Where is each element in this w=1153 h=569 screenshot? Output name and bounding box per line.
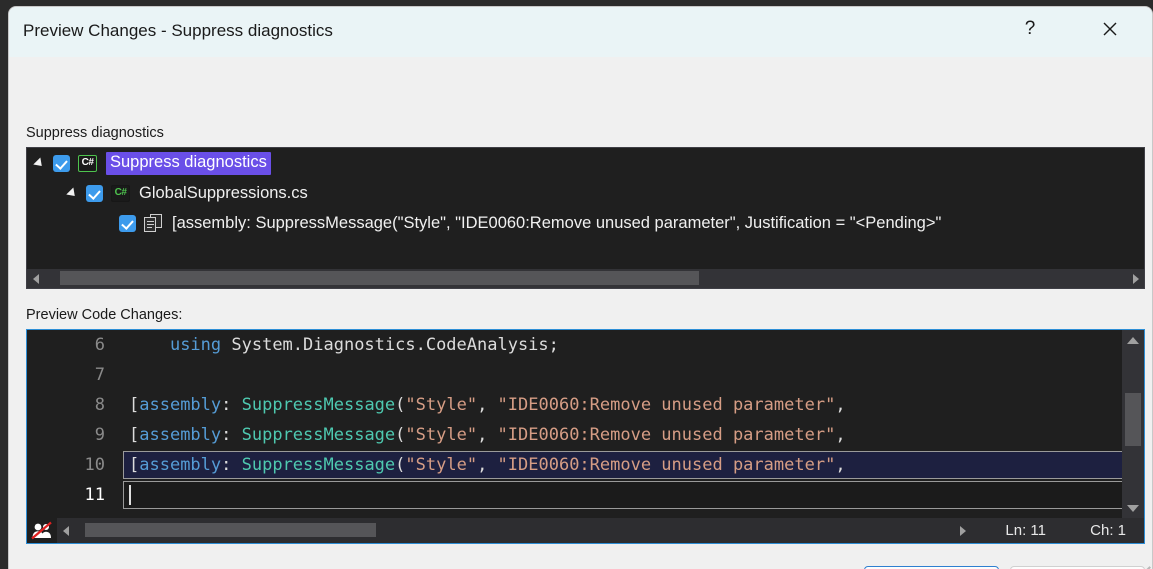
suppress-diagnostics-label: Suppress diagnostics (26, 126, 164, 140)
code-line[interactable]: 7 (27, 360, 1122, 390)
code-scroll-track[interactable] (74, 521, 954, 540)
line-number: 9 (27, 425, 123, 445)
changes-tree-panel: C# Suppress diagnostics C# GlobalSuppressio… (26, 147, 1145, 289)
code-vscroll-thumb[interactable] (1125, 393, 1141, 446)
column-indicator: Ch: 1 (1090, 522, 1126, 539)
code-token: [ (129, 455, 139, 475)
code-token: [ (129, 425, 139, 445)
tree-scroll-track[interactable] (44, 269, 1127, 288)
code-token: using (170, 335, 221, 355)
code-token: ( (395, 455, 405, 475)
code-token: "IDE0060:Remove unused parameter" (498, 395, 836, 415)
title-bar: Preview Changes - Suppress diagnostics ? (9, 7, 1152, 57)
tree-item-checkbox[interactable] (86, 185, 103, 202)
code-scroll-up-arrow-icon[interactable] (1122, 330, 1144, 350)
code-token: ( (395, 425, 405, 445)
tree-item-label: Suppress diagnostics (106, 152, 271, 175)
line-number: 6 (27, 335, 123, 355)
code-line-text: [assembly: SuppressMessage("Style", "IDE… (123, 451, 1122, 479)
expand-triangle-icon[interactable] (66, 185, 82, 201)
code-token: "IDE0060:Remove unused parameter" (498, 455, 836, 475)
code-token: [ (129, 395, 139, 415)
line-number: 8 (27, 395, 123, 415)
code-token: System.Diagnostics.CodeAnalysis; (221, 335, 559, 355)
code-token: , (835, 395, 845, 415)
code-token: "Style" (405, 425, 477, 445)
code-scroll-right-arrow-icon[interactable] (954, 521, 971, 540)
document-change-icon (144, 214, 163, 232)
tree-item-label: GlobalSuppressions.cs (139, 184, 308, 203)
code-token: , (835, 455, 845, 475)
code-token: "Style" (405, 455, 477, 475)
code-token: "IDE0060:Remove unused parameter" (498, 425, 836, 445)
code-status-bar: Ln: 11 Ch: 1 (27, 518, 1144, 543)
line-number: 11 (27, 485, 123, 505)
tree-indent-spacer (99, 215, 115, 231)
code-token: : (221, 455, 241, 475)
code-token: SuppressMessage (242, 395, 396, 415)
dialog-body: Suppress diagnostics C# Suppress diagnost… (9, 57, 1152, 569)
tree-item[interactable]: C# Suppress diagnostics (27, 148, 1144, 178)
code-line[interactable]: 11 (27, 480, 1122, 510)
code-line[interactable]: 9[assembly: SuppressMessage("Style", "ID… (27, 420, 1122, 450)
code-line-text: [assembly: SuppressMessage("Style", "IDE… (123, 395, 1122, 415)
tree-scroll-right-arrow-icon[interactable] (1127, 269, 1144, 288)
code-preview-panel: 6 using System.Diagnostics.CodeAnalysis;… (26, 329, 1145, 544)
window-title: Preview Changes - Suppress diagnostics (23, 21, 333, 41)
tree-item-checkbox[interactable] (53, 155, 70, 172)
preview-code-changes-label: Preview Code Changes: (26, 308, 182, 322)
code-line[interactable]: 8[assembly: SuppressMessage("Style", "ID… (27, 390, 1122, 420)
code-token: , (835, 425, 845, 445)
code-token: , (477, 425, 497, 445)
tree-item[interactable]: [assembly: SuppressMessage("Style", "IDE… (27, 208, 1144, 238)
code-token: SuppressMessage (242, 425, 396, 445)
help-glyph: ? (1025, 18, 1036, 40)
help-icon[interactable]: ? (1007, 7, 1053, 51)
tree-scroll-thumb[interactable] (60, 271, 699, 285)
no-collaboration-svg (30, 521, 54, 540)
code-line-text: [assembly: SuppressMessage("Style", "IDE… (123, 425, 1122, 445)
tree-item-checkbox[interactable] (119, 215, 136, 232)
code-vertical-scrollbar[interactable] (1122, 330, 1144, 518)
changes-tree: C# Suppress diagnostics C# GlobalSuppressio… (27, 148, 1144, 238)
code-token: SuppressMessage (242, 455, 396, 475)
expand-triangle-icon[interactable] (33, 155, 49, 171)
csharp-project-icon: C# (78, 155, 97, 172)
code-scroll-left-arrow-icon[interactable] (57, 521, 74, 540)
line-number: 10 (27, 455, 123, 475)
preview-changes-dialog: Preview Changes - Suppress diagnostics ?… (8, 6, 1153, 569)
code-line[interactable]: 6 using System.Diagnostics.CodeAnalysis; (27, 330, 1122, 360)
tree-horizontal-scrollbar[interactable] (27, 269, 1144, 288)
tree-scroll-left-arrow-icon[interactable] (27, 269, 44, 288)
code-token: , (477, 455, 497, 475)
no-collaboration-icon (27, 518, 57, 543)
tree-item[interactable]: C# GlobalSuppressions.cs (27, 178, 1144, 208)
code-line-text (123, 481, 1122, 509)
code-line[interactable]: 10[assembly: SuppressMessage("Style", "I… (27, 450, 1122, 480)
resize-grip[interactable] (1134, 552, 1150, 568)
csharp-file-icon: C# (111, 185, 130, 202)
code-token: : (221, 395, 241, 415)
tree-item-label: [assembly: SuppressMessage("Style", "IDE… (172, 214, 941, 233)
code-token: "Style" (405, 395, 477, 415)
line-indicator: Ln: 11 (1005, 522, 1046, 539)
code-editor[interactable]: 6 using System.Diagnostics.CodeAnalysis;… (27, 330, 1122, 518)
close-x-svg (1101, 20, 1119, 38)
code-token: assembly (139, 455, 221, 475)
text-caret (129, 485, 131, 505)
code-token: assembly (139, 395, 221, 415)
code-scroll-thumb[interactable] (85, 523, 375, 537)
code-horizontal-scrollbar[interactable] (57, 521, 1144, 540)
code-scroll-down-arrow-icon[interactable] (1122, 498, 1144, 518)
code-token (129, 335, 170, 355)
code-token: assembly (139, 425, 221, 445)
line-number: 7 (27, 365, 123, 385)
code-token: ( (395, 395, 405, 415)
close-icon[interactable] (1087, 7, 1133, 51)
code-line-text: using System.Diagnostics.CodeAnalysis; (123, 335, 1122, 355)
code-token: , (477, 395, 497, 415)
code-token: : (221, 425, 241, 445)
